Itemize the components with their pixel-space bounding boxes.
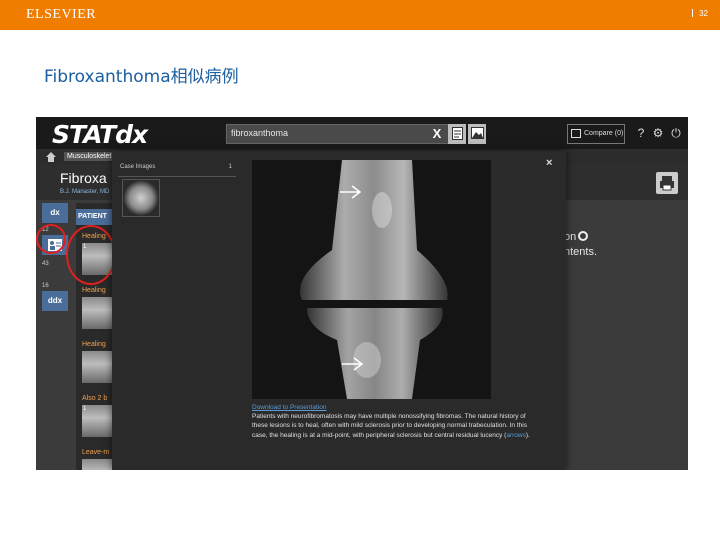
image-view-button[interactable] [468, 124, 486, 144]
compare-button[interactable]: Compare (0) [567, 124, 625, 144]
magnifier-icon[interactable] [578, 231, 589, 241]
rail-count-16: 16 [42, 283, 49, 289]
case-images-header: Case Images 1 [118, 159, 236, 177]
ddx-button[interactable]: ddx [42, 291, 68, 311]
thumb-number: 1 [83, 406, 87, 412]
printer-icon [660, 176, 674, 191]
home-icon[interactable] [46, 152, 56, 162]
power-icon[interactable]: ⏻ [669, 126, 683, 140]
rail-count-43: 43 [42, 261, 49, 267]
case-image-thumbnail[interactable] [122, 179, 160, 217]
print-button[interactable] [656, 172, 678, 194]
search-box[interactable]: fibroxanthoma [226, 124, 450, 144]
image-caption: Patients with neurofibromatosis may have… [252, 412, 534, 440]
case-label[interactable]: Healing [82, 287, 106, 294]
topic-author[interactable]: B.J. Manaster, MD [60, 189, 109, 195]
slide-page: ELSEVIER 32 Fibroxanthoma相似病例 STATdx fib… [0, 0, 720, 540]
download-to-presentation-link[interactable]: Download to Presentation [252, 404, 326, 411]
caption-text: Patients with neurofibromatosis may have… [252, 413, 527, 439]
page-number: 32 [692, 9, 708, 18]
close-icon[interactable]: × [546, 157, 552, 169]
case-label[interactable]: Healing [82, 341, 106, 348]
highlight-circle [36, 224, 66, 254]
case-images-title: Case Images [120, 164, 156, 170]
slide-title: Fibroxanthoma相似病例 [44, 67, 239, 87]
case-thumbnail[interactable] [82, 297, 112, 329]
elsevier-logo: ELSEVIER [26, 7, 97, 22]
knee-radiograph [252, 160, 491, 399]
case-label[interactable]: Leave-m [82, 449, 109, 456]
patient-tab[interactable]: PATIENT [76, 209, 112, 225]
clear-search-icon[interactable]: X [428, 124, 446, 144]
arrows-link[interactable]: arrows [506, 432, 526, 439]
gear-icon[interactable]: ⚙ [651, 126, 665, 140]
page-number-text: 32 [699, 9, 708, 18]
highlight-circle [66, 225, 116, 285]
search-input[interactable]: fibroxanthoma [231, 128, 288, 138]
text-view-button[interactable] [448, 124, 466, 144]
document-icon [451, 127, 463, 140]
dx-button[interactable]: dx [42, 203, 68, 223]
compare-label: Compare (0) [584, 130, 624, 137]
topic-body-text: on ntents. [564, 230, 597, 260]
case-label[interactable]: Also 2 b [82, 395, 107, 402]
page-number-divider [692, 9, 694, 17]
breadcrumb[interactable]: Musculoskelet [64, 152, 115, 161]
case-thumbnail[interactable] [82, 351, 112, 383]
image-icon [470, 127, 484, 139]
statdx-screenshot: STATdx fibroxanthoma X Compare (0) ? ⚙ ⏻… [36, 117, 688, 470]
help-icon[interactable]: ? [634, 126, 648, 140]
body-line: ntents. [564, 246, 598, 258]
case-thumbnail[interactable] [82, 459, 112, 470]
elsevier-banner: ELSEVIER 32 [0, 0, 720, 30]
app-top-bar: STATdx fibroxanthoma X Compare (0) ? ⚙ ⏻ [36, 117, 688, 149]
topic-title: Fibroxa [60, 170, 107, 186]
case-images-count: 1 [228, 164, 232, 170]
case-thumbnail[interactable]: 1 [82, 405, 112, 437]
xray-image[interactable] [252, 160, 491, 399]
statdx-logo: STATdx [52, 120, 148, 149]
compare-icon [571, 129, 581, 138]
image-viewer-modal: Case Images 1 × Download to Presentation… [112, 151, 566, 470]
caption-end: ). [525, 431, 530, 439]
